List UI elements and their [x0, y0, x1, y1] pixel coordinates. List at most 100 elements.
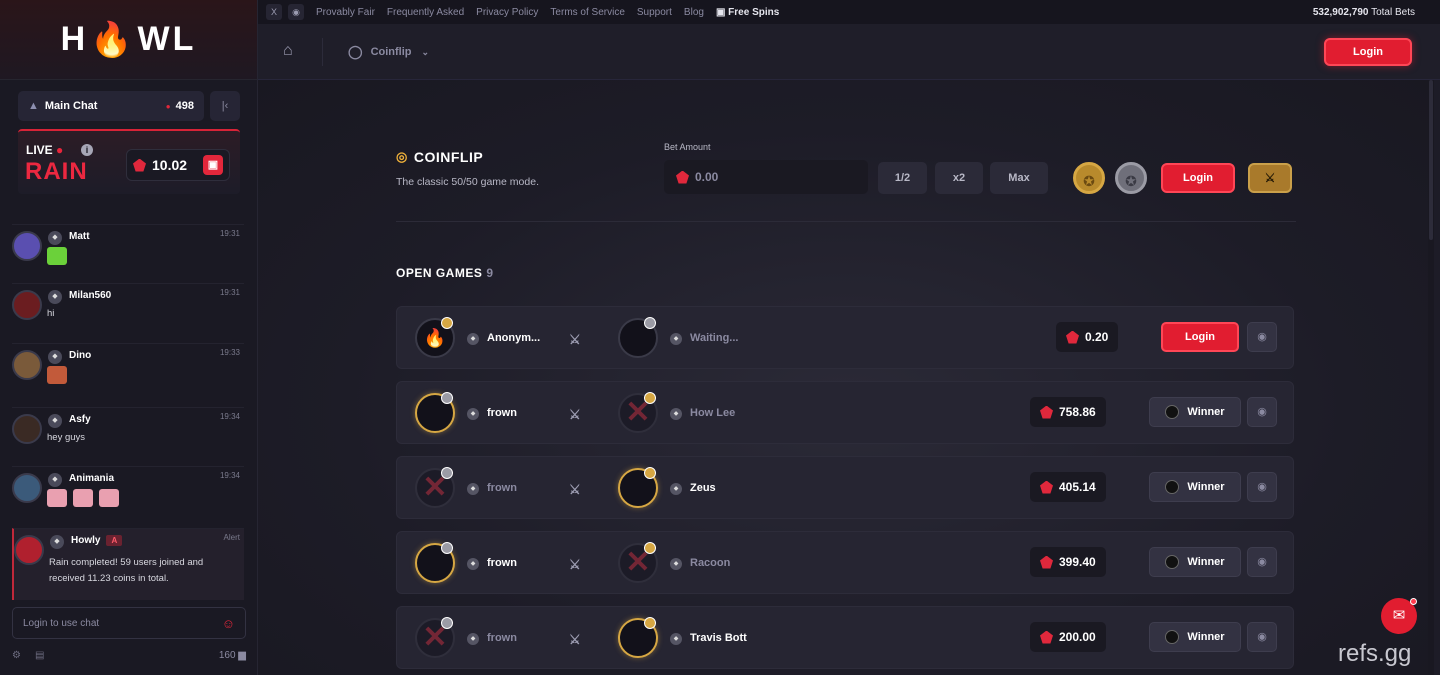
- rules-icon[interactable]: ▤: [35, 650, 44, 661]
- x-twitter-icon[interactable]: X: [266, 4, 282, 20]
- player1-name[interactable]: Anonym...: [487, 332, 540, 344]
- chat-username[interactable]: Dino: [69, 350, 91, 361]
- chat-message: ◆ Animania 19:34: [12, 466, 244, 522]
- half-bet-button[interactable]: 1/2: [878, 162, 927, 194]
- chat-input[interactable]: Login to use chat ☺: [12, 607, 246, 639]
- level-badge-icon: ◆: [670, 633, 682, 645]
- chat-text: [47, 247, 73, 265]
- collapse-sidebar-button[interactable]: |‹: [210, 91, 240, 121]
- logo-area: H 🔥 WL: [0, 0, 257, 80]
- howl-logo[interactable]: H 🔥 WL: [61, 20, 197, 60]
- home-icon[interactable]: ⌂: [283, 42, 293, 60]
- bet-amount-input[interactable]: 0.00: [664, 160, 868, 194]
- header-login-button[interactable]: Login: [1324, 38, 1412, 66]
- coin-side-icon: [644, 317, 656, 329]
- coinflip-subtitle: The classic 50/50 game mode.: [396, 176, 539, 188]
- create-game-login-button[interactable]: Login: [1161, 163, 1235, 193]
- level-badge-icon: ◆: [48, 473, 62, 487]
- silver-side-coin-icon[interactable]: ✪: [1115, 162, 1147, 194]
- settings-icon[interactable]: ⚙: [12, 650, 21, 661]
- player2-name[interactable]: Zeus: [690, 482, 716, 494]
- support-chat-button[interactable]: ✉: [1381, 598, 1417, 634]
- free-spins-link[interactable]: ▣ Free Spins: [716, 7, 779, 18]
- chat-tab-label: Main Chat: [44, 100, 98, 112]
- level-badge-icon: ◆: [670, 483, 682, 495]
- flame-icon: 🔥: [90, 20, 136, 59]
- notification-dot: [1410, 598, 1417, 605]
- player1-name[interactable]: frown: [487, 407, 517, 419]
- coin-icon: [1040, 480, 1053, 494]
- eye-icon[interactable]: ◉: [1247, 397, 1277, 427]
- rain-title: RAIN: [25, 158, 88, 185]
- winner-button[interactable]: Winner: [1149, 472, 1241, 502]
- swords-icon[interactable]: ⚔: [1248, 163, 1292, 193]
- info-icon[interactable]: i: [81, 144, 93, 156]
- top-link[interactable]: Terms of Service: [550, 7, 624, 18]
- game-selector[interactable]: ◯ Coinflip ⌄: [348, 44, 429, 60]
- chat-username[interactable]: Howly A: [71, 535, 123, 546]
- top-link[interactable]: Blog: [684, 7, 704, 18]
- chat-username[interactable]: Milan560: [69, 290, 111, 301]
- chat-online-count: 498: [175, 100, 194, 112]
- main-chat-tab[interactable]: ▲ Main Chat ● 498: [18, 91, 204, 121]
- users-online: 160 ▆: [218, 650, 246, 661]
- chat-username[interactable]: Matt: [69, 231, 90, 242]
- player2-name[interactable]: Waiting...: [690, 332, 738, 344]
- top-link[interactable]: Support: [637, 7, 672, 18]
- winner-button[interactable]: Winner: [1149, 547, 1241, 577]
- winner-button[interactable]: Winner: [1149, 622, 1241, 652]
- player1-name[interactable]: frown: [487, 557, 517, 569]
- coinflip-main: ◎ COINFLIP The classic 50/50 game mode. …: [258, 80, 1434, 675]
- coin-side-icon: [644, 392, 656, 404]
- chat-message: ◆ Asfy 19:34 hey guys: [12, 407, 244, 463]
- chat-username[interactable]: Animania: [69, 473, 114, 484]
- eye-icon[interactable]: ◉: [1247, 472, 1277, 502]
- max-bet-button[interactable]: Max: [990, 162, 1048, 194]
- coin-icon: [133, 158, 146, 172]
- rain-tip-button[interactable]: ▣: [203, 155, 223, 175]
- double-bet-button[interactable]: x2: [935, 162, 983, 194]
- chat-sidebar: H 🔥 WL ▲ Main Chat ● 498 |‹ LIVE ● i RAIN …: [0, 0, 258, 675]
- top-links-bar: X ◉ Provably Fair Frequently Asked Privacy…: [258, 0, 1440, 24]
- eye-icon[interactable]: ◉: [1247, 547, 1277, 577]
- chat-icon: ✉: [1392, 607, 1406, 624]
- winner-button[interactable]: Winner: [1149, 397, 1241, 427]
- eye-icon[interactable]: ◉: [1247, 322, 1277, 352]
- discord-icon[interactable]: ◉: [288, 4, 304, 20]
- join-login-button[interactable]: Login: [1161, 322, 1239, 352]
- gold-side-coin-icon[interactable]: ✪: [1073, 162, 1105, 194]
- emote-image: [99, 489, 119, 507]
- open-games-title: OPEN GAMES 9: [396, 266, 494, 280]
- avatar[interactable]: [12, 290, 42, 320]
- top-link[interactable]: Frequently Asked: [387, 7, 464, 18]
- bet-amount: 758.86: [1030, 397, 1106, 427]
- emote-image: [47, 489, 67, 507]
- game-row: ✕ ◆ frown ⚔ ◆ Zeus 405.14 Winner ◉: [396, 456, 1294, 519]
- eye-icon[interactable]: ◉: [1247, 622, 1277, 652]
- level-badge-icon: ◆: [670, 333, 682, 345]
- coinflip-icon: ◯: [348, 44, 363, 59]
- scrollbar[interactable]: [1428, 80, 1434, 675]
- chat-username[interactable]: Asfy: [69, 414, 91, 425]
- avatar[interactable]: [14, 535, 44, 565]
- winner-avatar: [1165, 405, 1180, 419]
- coinflip-title: ◎ COINFLIP: [396, 149, 484, 165]
- avatar[interactable]: [12, 350, 42, 380]
- player1-name[interactable]: frown: [487, 482, 517, 494]
- avatar[interactable]: [12, 231, 42, 261]
- player2-name[interactable]: Racoon: [690, 557, 730, 569]
- player2-name[interactable]: How Lee: [690, 407, 735, 419]
- coin-icon: [1040, 630, 1053, 644]
- player1-name[interactable]: frown: [487, 632, 517, 644]
- emoji-icon[interactable]: ☺: [222, 616, 235, 631]
- coin-side-icon: [644, 542, 656, 554]
- emote-image: [47, 247, 67, 265]
- coin-side-icon: [441, 317, 453, 329]
- chat-text: [47, 366, 73, 384]
- top-link[interactable]: Provably Fair: [316, 7, 375, 18]
- top-link[interactable]: Privacy Policy: [476, 7, 538, 18]
- player2-name[interactable]: Travis Bott: [690, 632, 747, 644]
- avatar[interactable]: [12, 414, 42, 444]
- chat-input-placeholder: Login to use chat: [23, 617, 100, 629]
- avatar[interactable]: [12, 473, 42, 503]
